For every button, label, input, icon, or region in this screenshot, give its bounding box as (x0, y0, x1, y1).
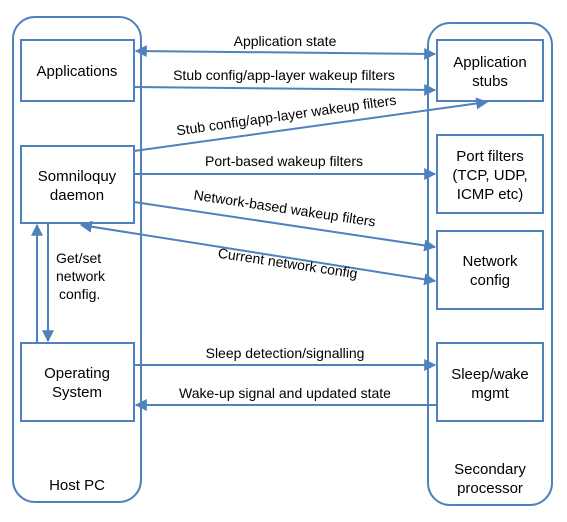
stub-config-apps-arrow (133, 83, 437, 96)
get-set-label-line3: config. (59, 286, 100, 302)
get-set-label-line2: network (56, 268, 106, 284)
network-config-label-line2: config (470, 272, 510, 289)
app-state-label: Application state (234, 33, 337, 49)
get-set-label-line1: Get/set (56, 250, 101, 266)
os-label-line1: Operating (44, 365, 110, 382)
network-filters-label: Network-based wakeup filters (193, 187, 377, 230)
app-state-arrow (134, 45, 437, 60)
sleep-wake-label-line2: mgmt (471, 385, 509, 402)
network-config-box (436, 230, 544, 310)
stub-config-apps-label: Stub config/app-layer wakeup filters (173, 67, 395, 83)
app-stubs-label-line1: Application (453, 54, 526, 71)
sleep-detect-label: Sleep detection/signalling (206, 345, 365, 361)
network-config-label-line1: Network (462, 253, 518, 270)
port-filters-label-line1: Port filters (456, 148, 524, 165)
port-filters-label-line2: (TCP, UDP, (452, 167, 527, 184)
wakeup-label: Wake-up signal and updated state (179, 385, 391, 401)
sleep-wake-label-line1: Sleep/wake (451, 366, 529, 383)
secondary-label-line2: processor (457, 480, 523, 497)
stub-config-daemon-label: Stub config/app-layer wakeup filters (175, 92, 397, 139)
somniloquy-label-line2: daemon (50, 187, 104, 204)
current-config-label: Current network config (217, 245, 359, 282)
architecture-diagram: Applications Somniloquy daemon Operating… (12, 16, 553, 506)
applications-label: Applications (37, 63, 118, 80)
app-stubs-label-line2: stubs (472, 73, 508, 90)
host-pc-label: Host PC (49, 477, 105, 494)
port-filters-label-line3: ICMP etc) (457, 186, 523, 203)
somniloquy-label-line1: Somniloquy (38, 168, 117, 185)
os-label-line2: System (52, 384, 102, 401)
port-filters-label: Port-based wakeup filters (205, 153, 363, 169)
secondary-label-line1: Secondary (454, 461, 526, 478)
operating-system-box (20, 342, 135, 422)
